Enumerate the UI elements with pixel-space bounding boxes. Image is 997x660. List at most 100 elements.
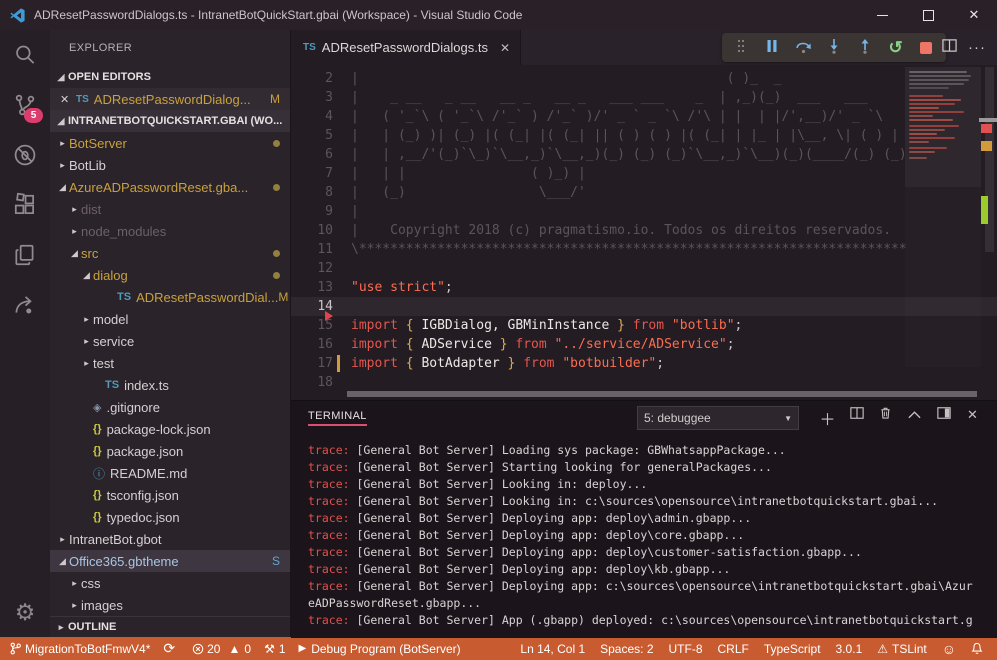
maximize-button[interactable] (905, 0, 951, 30)
tree-item--gitignore[interactable]: ◈.gitignore (50, 396, 290, 418)
code-line-17[interactable]: 17import { BotAdapter } from "botbuilder… (291, 354, 997, 373)
workspace-header[interactable]: ◢ INTRANETBOTQUICKSTART.GBAI (WO... (50, 110, 290, 132)
code-line-16[interactable]: 16import { ADService } from "../service/… (291, 335, 997, 354)
gutter[interactable] (333, 240, 343, 259)
code-line-3[interactable]: 3| _ __ _ __ __ _ __ _ ___ ___ _ | ,_)(_… (291, 88, 997, 107)
code-line-8[interactable]: 8| (_) \___/' (291, 183, 997, 202)
terminal-tab[interactable]: TERMINAL (308, 410, 367, 426)
tools-indicator[interactable]: ⚒ 1 (264, 642, 285, 656)
gutter[interactable] (333, 297, 343, 316)
code-editor[interactable]: 2| ( )_ _3| _ __ _ __ __ _ __ _ ___ ___ … (291, 65, 997, 400)
tree-item-index-ts[interactable]: TSindex.ts (50, 374, 290, 396)
git-branch-indicator[interactable]: MigrationToBotFmwV4* (10, 642, 150, 656)
code-line-6[interactable]: 6| | ,__/'(_)`\_)`\__,_)`\__,_)(_) (_) (… (291, 145, 997, 164)
problems-indicator[interactable]: 20 ▲ 0 (192, 642, 251, 656)
activity-documents-icon[interactable] (0, 230, 50, 280)
gutter[interactable] (333, 316, 343, 335)
code-line-10[interactable]: 10| Copyright 2018 (c) pragmatismo.io. T… (291, 221, 997, 240)
gutter[interactable] (333, 69, 343, 88)
tree-item-node-modules[interactable]: ▸node_modules (50, 220, 290, 242)
minimap[interactable] (905, 67, 981, 367)
gutter[interactable] (333, 221, 343, 240)
gutter[interactable] (333, 335, 343, 354)
activity-source-control-icon[interactable]: 5 (0, 80, 50, 130)
code-line-14[interactable]: 14 (291, 297, 997, 316)
code-line-4[interactable]: 4| ( '_`\ ( '_`\ /'_` ) /'_` )/' _ ` _ `… (291, 107, 997, 126)
typescript-version[interactable]: 3.0.1 (836, 642, 863, 656)
tree-item-tsconfig-json[interactable]: {}tsconfig.json (50, 484, 290, 506)
activity-search-icon[interactable] (0, 30, 50, 80)
maximize-panel-button[interactable] (900, 406, 929, 430)
tree-item-dialog[interactable]: ◢dialog (50, 264, 290, 286)
split-editor-button[interactable] (935, 38, 963, 58)
more-actions-button[interactable]: ··· (963, 39, 991, 56)
open-editors-header[interactable]: ◢ OPEN EDITORS (50, 66, 290, 88)
code-line-15[interactable]: 15import { IGBDialog, GBMinInstance } fr… (291, 316, 997, 335)
language-mode[interactable]: TypeScript (764, 642, 821, 656)
encoding-indicator[interactable]: UTF-8 (669, 642, 703, 656)
terminal-selector-dropdown[interactable]: 5: debuggee ▼ (637, 406, 799, 430)
gutter[interactable] (333, 107, 343, 126)
tree-item-css[interactable]: ▸css (50, 572, 290, 594)
drag-grip-handle[interactable] (730, 38, 752, 57)
eol-indicator[interactable]: CRLF (718, 642, 749, 656)
sync-button[interactable]: ⟳ (163, 640, 179, 657)
cursor-position[interactable]: Ln 14, Col 1 (520, 642, 585, 656)
activity-share-icon[interactable] (0, 280, 50, 330)
tree-item-botserver[interactable]: ▸BotServer (50, 132, 290, 154)
tree-item-src[interactable]: ◢src (50, 242, 290, 264)
gutter[interactable] (333, 202, 343, 221)
gutter[interactable] (333, 259, 343, 278)
tab-adresetpassworddialogs[interactable]: TS ADResetPasswordDialogs.ts ✕ (291, 30, 521, 65)
notifications-button[interactable] (971, 642, 987, 655)
new-terminal-button[interactable]: ＋ (813, 406, 842, 430)
step-over-button[interactable] (792, 39, 814, 57)
panel-position-button[interactable] (929, 406, 958, 430)
code-line-2[interactable]: 2| ( )_ _ (291, 69, 997, 88)
tree-item-botlib[interactable]: ▸BotLib (50, 154, 290, 176)
horizontal-scrollbar[interactable] (347, 391, 977, 397)
gutter[interactable] (333, 88, 343, 107)
tree-item-images[interactable]: ▸images (50, 594, 290, 616)
step-out-button[interactable] (854, 38, 876, 57)
tree-item-test[interactable]: ▸test (50, 352, 290, 374)
open-editor-item[interactable]: ✕ TS ADResetPasswordDialog... M (50, 88, 290, 110)
tree-item-azureadpasswordreset-gba-[interactable]: ◢AzureADPasswordReset.gba... (50, 176, 290, 198)
tree-item-model[interactable]: ▸model (50, 308, 290, 330)
tree-item-readme-md[interactable]: ⓘREADME.md (50, 462, 290, 484)
gutter[interactable] (333, 183, 343, 202)
code-line-5[interactable]: 5| | (_) )| (_) |( (_| |( (_| || ( ) ( )… (291, 126, 997, 145)
tree-item-typedoc-json[interactable]: {}typedoc.json (50, 506, 290, 528)
gutter[interactable] (333, 145, 343, 164)
code-line-13[interactable]: 13"use strict"; (291, 278, 997, 297)
split-terminal-button[interactable] (842, 406, 871, 430)
tree-item-dist[interactable]: ▸dist (50, 198, 290, 220)
code-line-12[interactable]: 12 (291, 259, 997, 278)
restart-button[interactable]: ↺ (885, 39, 907, 56)
tree-item-package-json[interactable]: {}package.json (50, 440, 290, 462)
minimize-button[interactable] (859, 0, 905, 30)
activity-extensions-icon[interactable] (0, 180, 50, 230)
vertical-scrollbar[interactable] (985, 67, 994, 252)
gutter[interactable] (333, 278, 343, 297)
gutter[interactable] (333, 373, 343, 392)
activity-debug-icon[interactable] (0, 130, 50, 180)
code-line-11[interactable]: 11\*************************************… (291, 240, 997, 259)
step-into-button[interactable] (823, 38, 845, 57)
terminal-output[interactable]: trace: [General Bot Server] Loading sys … (291, 435, 997, 638)
tree-item-intranetbot-gbot[interactable]: ▸IntranetBot.gbot (50, 528, 290, 550)
indentation-indicator[interactable]: Spaces: 2 (600, 642, 653, 656)
gutter[interactable] (333, 164, 343, 183)
gutter[interactable] (333, 354, 343, 373)
code-line-18[interactable]: 18 (291, 373, 997, 392)
close-editor-icon[interactable]: ✕ (60, 93, 76, 106)
tslint-status[interactable]: ⚠ TSLint (877, 642, 926, 656)
feedback-button[interactable]: ☺ (942, 641, 956, 657)
code-line-7[interactable]: 7| | | ( )_) | (291, 164, 997, 183)
gutter[interactable] (333, 126, 343, 145)
kill-terminal-button[interactable] (871, 406, 900, 430)
tree-item-service[interactable]: ▸service (50, 330, 290, 352)
outline-header[interactable]: ▸ OUTLINE (50, 616, 290, 637)
tree-item-office365-gbtheme[interactable]: ◢Office365.gbthemeS (50, 550, 290, 572)
debug-program-button[interactable]: ▶ Debug Program (BotServer) (299, 642, 461, 656)
